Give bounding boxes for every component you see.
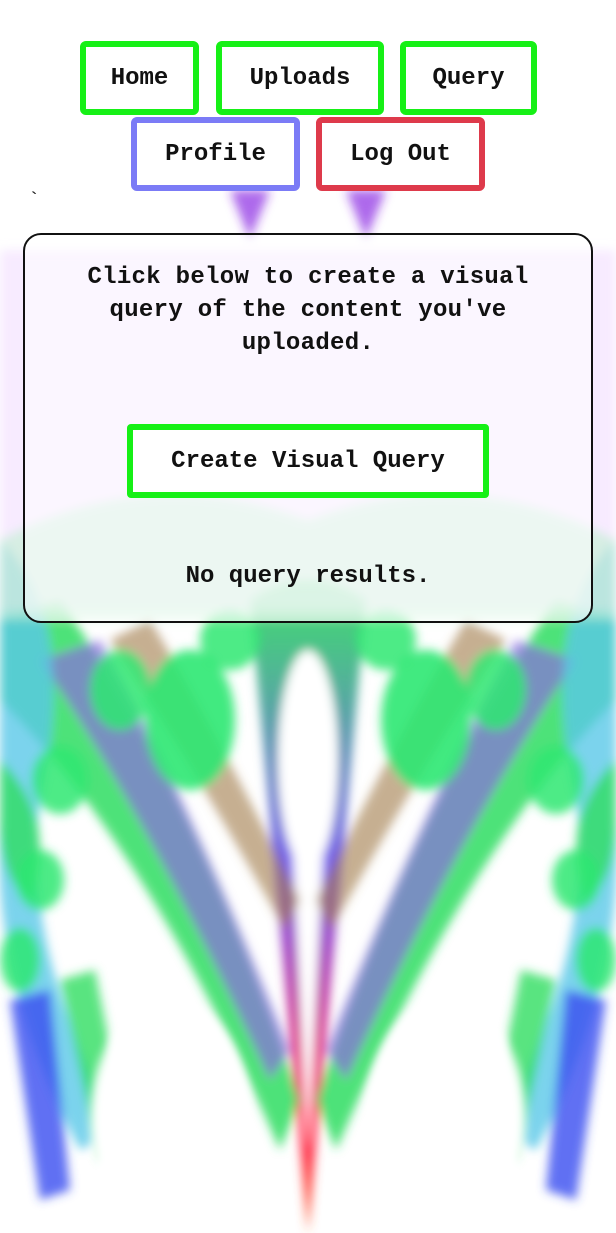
- query-results-status: No query results.: [185, 563, 431, 590]
- nav-profile-button[interactable]: Profile: [131, 117, 300, 191]
- nav-home-button[interactable]: Home: [80, 41, 199, 115]
- create-visual-query-button[interactable]: Create Visual Query: [127, 424, 489, 498]
- nav-uploads-button[interactable]: Uploads: [216, 41, 384, 115]
- stray-backtick-text: `: [28, 190, 41, 213]
- nav-query-button[interactable]: Query: [400, 41, 537, 115]
- query-intro-text: Click below to create a visual query of …: [87, 264, 529, 357]
- nav-logout-button[interactable]: Log Out: [316, 117, 485, 191]
- query-panel: Click below to create a visual query of …: [23, 233, 593, 623]
